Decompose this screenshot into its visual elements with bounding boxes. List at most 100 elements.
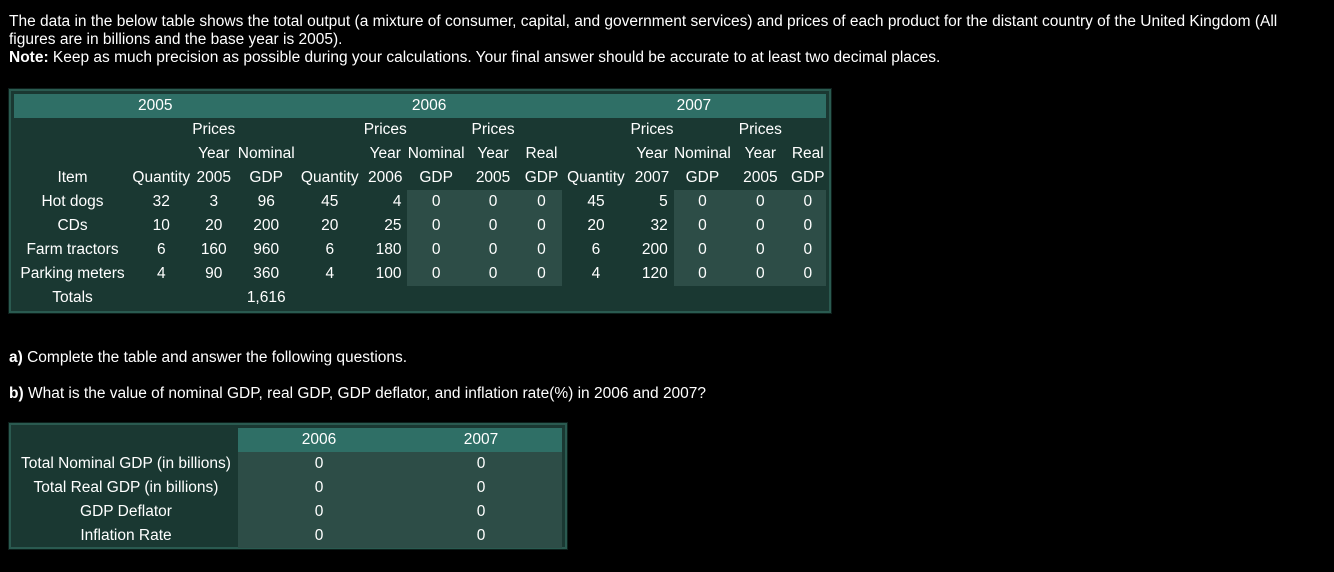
input-cell-pb06[interactable]: 0 bbox=[464, 190, 522, 214]
gdp-table-panel: 2005 2006 2007 Prices Prices Prices Prices P… bbox=[9, 89, 831, 313]
summary-col-2006: 2006 bbox=[238, 428, 400, 452]
totals-row: Totals 1,616 bbox=[14, 286, 826, 310]
input-cell-r07[interactable]: 0 bbox=[789, 190, 826, 214]
summary-input-2006[interactable]: 0 bbox=[238, 500, 400, 524]
header-cell: Year bbox=[477, 145, 509, 162]
summary-row-label: Inflation Rate bbox=[80, 527, 172, 544]
summary-input-2007[interactable]: 0 bbox=[400, 452, 562, 476]
item-name: Parking meters bbox=[20, 265, 125, 282]
input-cell-n06[interactable]: 0 bbox=[407, 238, 465, 262]
totals-label: Totals bbox=[52, 289, 93, 306]
value-cell-p07: 200 bbox=[641, 241, 668, 258]
input-cell-r07[interactable]: 0 bbox=[789, 214, 826, 238]
value-cell-q07: 20 bbox=[587, 217, 605, 234]
value-cell-n05: 360 bbox=[253, 265, 280, 282]
input-cell-pb07[interactable]: 0 bbox=[731, 262, 790, 286]
header-cell bbox=[562, 142, 631, 166]
value-cell-q07: 6 bbox=[591, 241, 601, 258]
header-cell: Prices bbox=[192, 121, 236, 138]
header-cell bbox=[521, 118, 561, 142]
input-cell-pb06[interactable]: 0 bbox=[464, 214, 522, 238]
table-row: Farm tractors 6 160 960 6 180 0 0 0 6 200 0 0 0 bbox=[14, 238, 826, 262]
value-cell-q06: 4 bbox=[325, 265, 335, 282]
value-cell-q06: 45 bbox=[321, 193, 339, 210]
input-cell-r06[interactable]: 0 bbox=[521, 190, 562, 214]
input-cell-pb07[interactable]: 0 bbox=[731, 190, 790, 214]
table-row: CDs 10 20 200 20 25 0 0 0 20 32 0 0 0 bbox=[14, 214, 826, 238]
header-cell: 2007 bbox=[634, 169, 670, 186]
header-cell: GDP bbox=[790, 169, 825, 186]
input-cell-pb06[interactable]: 0 bbox=[464, 238, 522, 262]
value-cell-q05: 32 bbox=[152, 193, 170, 210]
header-cell: Item bbox=[57, 169, 88, 186]
input-cell-n07[interactable]: 0 bbox=[673, 262, 732, 286]
year-header-row: 2005 2006 2007 bbox=[14, 94, 826, 118]
problem-intro: The data in the below table shows the to… bbox=[9, 13, 1325, 67]
question-a-label: a) bbox=[9, 349, 23, 366]
value-cell-p07: 120 bbox=[641, 265, 668, 282]
header-cell: 2005 bbox=[475, 169, 511, 186]
note-label: Note: bbox=[9, 49, 49, 66]
value-cell-q05: 10 bbox=[152, 217, 170, 234]
summary-table-panel: 2006 2007 Total Nominal GDP (in billions… bbox=[9, 423, 567, 549]
summary-table-body: Total Nominal GDP (in billions) 0 0 Total R… bbox=[14, 452, 562, 548]
header-cell: Nominal bbox=[407, 145, 465, 162]
item-name: Hot dogs bbox=[41, 193, 104, 210]
question-a: a) Complete the table and answer the fol… bbox=[9, 349, 407, 367]
header-cell bbox=[674, 118, 731, 142]
header-cell: Nominal bbox=[673, 145, 731, 162]
header-cell bbox=[14, 142, 131, 166]
summary-input-2006[interactable]: 0 bbox=[238, 452, 400, 476]
summary-input-2007[interactable]: 0 bbox=[400, 500, 562, 524]
summary-input-2007[interactable]: 0 bbox=[400, 476, 562, 500]
value-cell-p05: 3 bbox=[209, 193, 219, 210]
header-cell bbox=[131, 118, 192, 142]
header-cell bbox=[562, 118, 631, 142]
year-2005-header: 2005 bbox=[14, 94, 297, 118]
input-cell-r06[interactable]: 0 bbox=[521, 238, 562, 262]
input-cell-n07[interactable]: 0 bbox=[673, 190, 732, 214]
value-cell-p07: 5 bbox=[659, 193, 668, 210]
input-cell-r06[interactable]: 0 bbox=[521, 262, 562, 286]
value-cell-p05: 20 bbox=[205, 217, 223, 234]
input-cell-r07[interactable]: 0 bbox=[789, 238, 826, 262]
header-cell: Quantity bbox=[132, 169, 191, 186]
input-cell-n06[interactable]: 0 bbox=[407, 190, 465, 214]
value-cell-p05: 90 bbox=[205, 265, 223, 282]
value-cell-p07: 32 bbox=[650, 217, 668, 234]
input-cell-pb07[interactable]: 0 bbox=[731, 214, 790, 238]
input-cell-n07[interactable]: 0 bbox=[673, 214, 732, 238]
input-cell-n06[interactable]: 0 bbox=[407, 262, 465, 286]
value-cell-n05: 200 bbox=[253, 217, 280, 234]
summary-row: Total Nominal GDP (in billions) 0 0 bbox=[14, 452, 562, 476]
input-cell-pb07[interactable]: 0 bbox=[731, 238, 790, 262]
input-cell-pb06[interactable]: 0 bbox=[464, 262, 522, 286]
input-cell-n07[interactable]: 0 bbox=[673, 238, 732, 262]
header-cell: GDP bbox=[685, 169, 720, 186]
item-name: CDs bbox=[57, 217, 88, 234]
input-cell-r06[interactable]: 0 bbox=[521, 214, 562, 238]
value-cell-q06: 20 bbox=[321, 217, 339, 234]
header-row-labels: Item Quantity 2005 GDP Quantity 2006 GDP 2005 GD… bbox=[14, 166, 826, 190]
question-a-text: Complete the table and answer the follow… bbox=[22, 349, 408, 366]
input-cell-r07[interactable]: 0 bbox=[789, 262, 826, 286]
value-cell-q05: 6 bbox=[156, 241, 166, 258]
header-cell: Quantity bbox=[567, 169, 625, 186]
summary-input-2006[interactable]: 0 bbox=[238, 524, 400, 548]
question-b: b) What is the value of nominal GDP, rea… bbox=[9, 385, 706, 403]
header-cell: Year bbox=[636, 145, 668, 162]
value-cell-q06: 6 bbox=[325, 241, 335, 258]
header-cell: Prices bbox=[630, 121, 674, 138]
header-cell: Nominal bbox=[237, 145, 295, 162]
input-cell-n06[interactable]: 0 bbox=[407, 214, 465, 238]
summary-input-2006[interactable]: 0 bbox=[238, 476, 400, 500]
header-cell bbox=[236, 118, 297, 142]
summary-row-label: Total Nominal GDP (in billions) bbox=[21, 455, 231, 472]
header-cell: Real bbox=[525, 145, 558, 162]
summary-row: Inflation Rate 0 0 bbox=[14, 524, 562, 548]
summary-col-2007: 2007 bbox=[400, 428, 562, 452]
summary-input-2007[interactable]: 0 bbox=[400, 524, 562, 548]
summary-row-label: GDP Deflator bbox=[80, 503, 172, 520]
header-cell bbox=[131, 142, 192, 166]
header-cell: Year bbox=[198, 145, 230, 162]
